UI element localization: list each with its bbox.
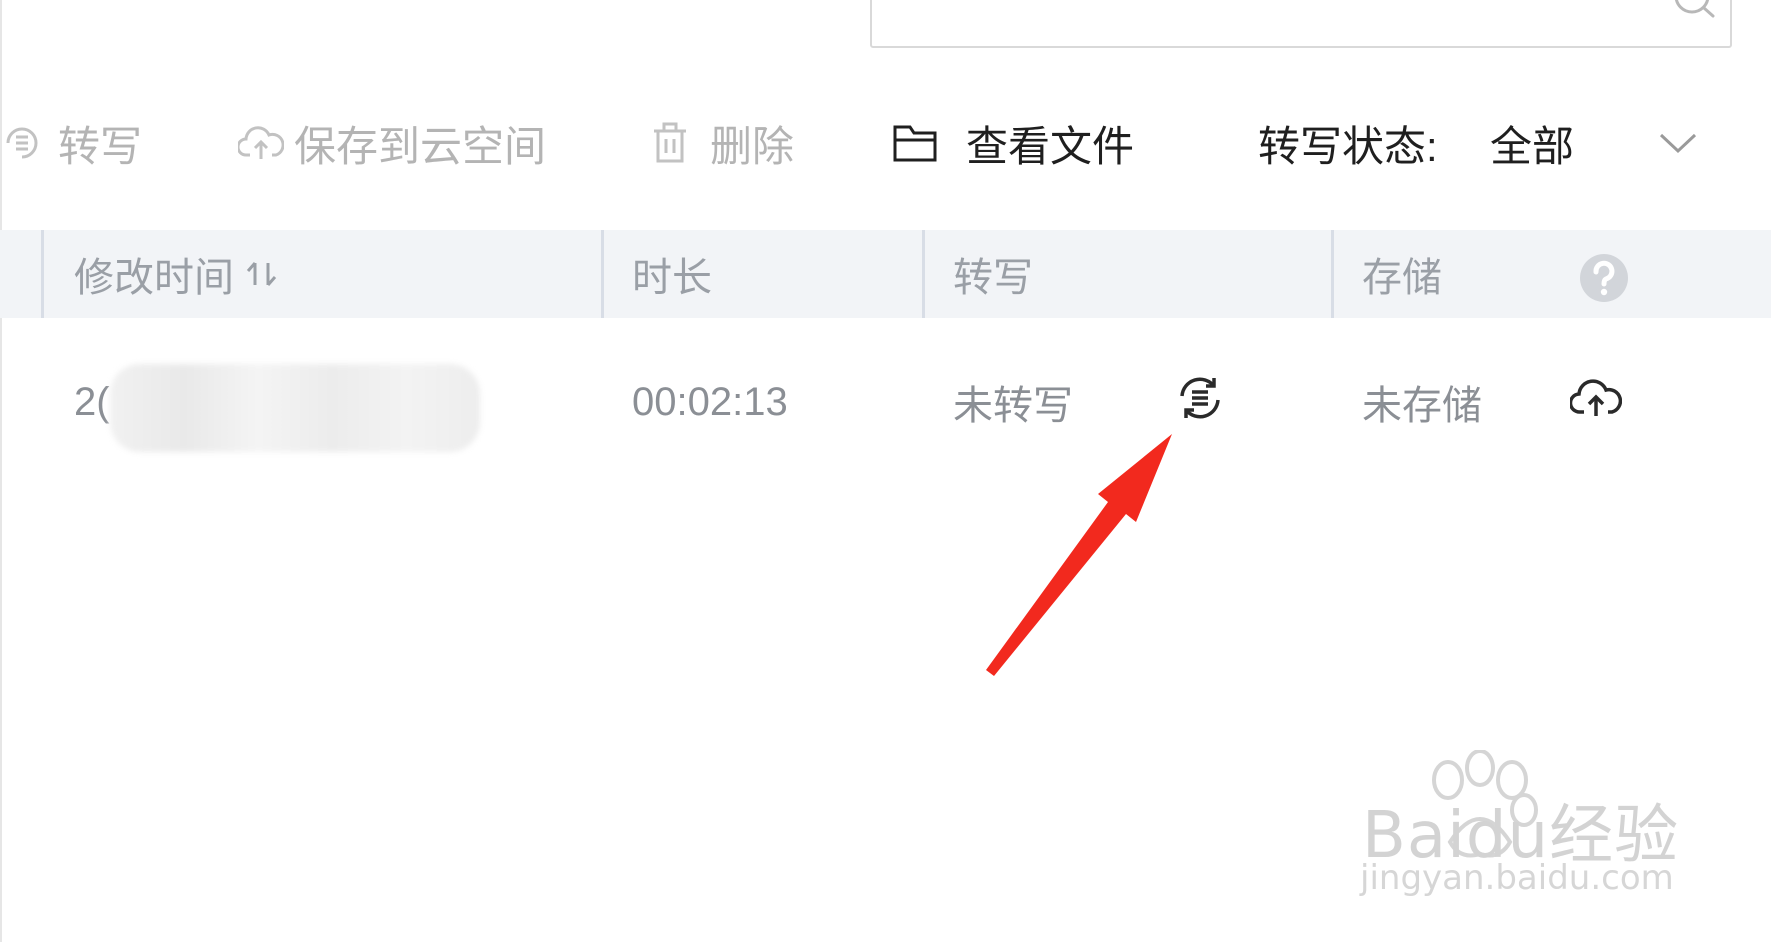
- cloud-upload-icon[interactable]: [1570, 376, 1622, 420]
- chevron-down-icon: [1659, 133, 1697, 154]
- status-filter-dropdown[interactable]: 全部: [1490, 108, 1720, 178]
- status-filter-label: 转写状态:: [1258, 122, 1438, 170]
- row-duration: 00:02:13: [632, 379, 788, 424]
- annotation-arrow: [986, 434, 1172, 676]
- search-icon[interactable]: [1672, 0, 1716, 26]
- toolbar: 转写 保存到云空间 删除 查看文件 转写状态: 全部: [0, 108, 1771, 178]
- status-filter-value: 全部: [1490, 122, 1575, 170]
- blurred-timestamp: [110, 364, 480, 452]
- transcribe-button[interactable]: 转写: [0, 108, 142, 178]
- folder-icon: [893, 125, 937, 162]
- transcribe-label: 转写: [58, 122, 143, 170]
- column-separator: [1331, 230, 1334, 318]
- header-transcription: 转写: [953, 256, 1033, 300]
- view-files-button[interactable]: 查看文件: [892, 108, 1134, 178]
- help-icon[interactable]: [1578, 252, 1630, 304]
- sort-icon[interactable]: [244, 257, 280, 291]
- delete-button[interactable]: 删除: [650, 108, 794, 178]
- column-separator: [922, 230, 925, 318]
- transcribe-icon: [6, 127, 38, 159]
- header-storage: 存储: [1362, 256, 1442, 300]
- watermark-url: jingyan.baidu.com: [1360, 858, 1674, 898]
- view-files-label: 查看文件: [966, 122, 1135, 170]
- column-separator: [41, 230, 44, 318]
- search-input[interactable]: [870, 0, 1732, 48]
- header-duration: 时长: [632, 256, 712, 300]
- cloud-upload-icon: [238, 126, 284, 159]
- delete-label: 删除: [710, 122, 795, 170]
- table-header: 修改时间 时长 转写 存储: [0, 230, 1771, 318]
- trash-icon: [654, 122, 686, 163]
- save-to-cloud-button[interactable]: 保存到云空间: [238, 108, 546, 178]
- save-to-cloud-label: 保存到云空间: [294, 122, 547, 170]
- row-modified-time: 2(: [74, 379, 110, 424]
- transcribe-icon[interactable]: [1176, 374, 1224, 422]
- column-separator: [601, 230, 604, 318]
- row-storage-status: 未存储: [1362, 384, 1482, 428]
- header-modified-time[interactable]: 修改时间: [74, 230, 280, 318]
